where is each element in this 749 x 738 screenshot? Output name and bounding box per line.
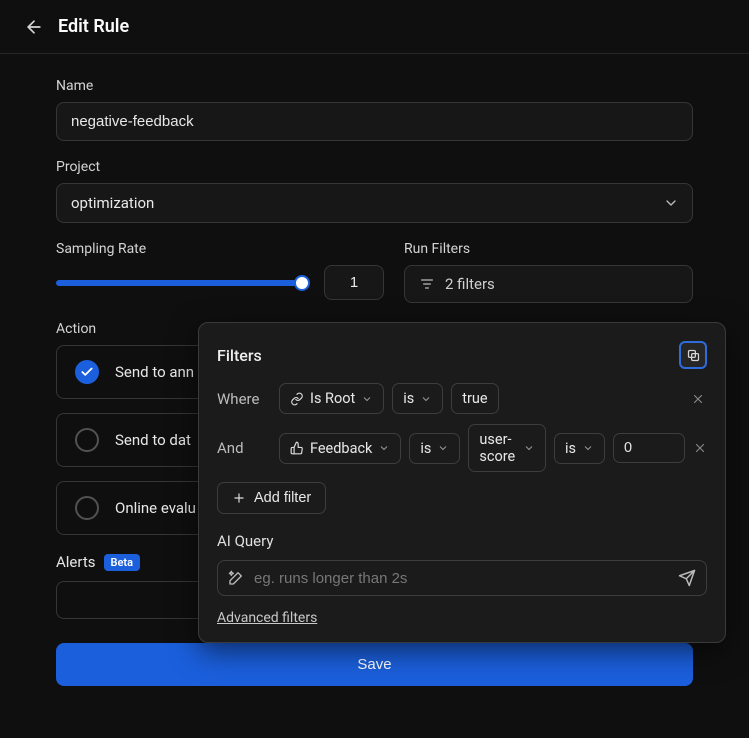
magic-wand-icon (228, 570, 244, 586)
add-filter-button-label: Add filter (254, 490, 311, 506)
filter-op-chip-0[interactable]: is (392, 383, 443, 414)
filter-row-1: And Feedback is user-score is (217, 424, 707, 472)
link-icon (290, 392, 304, 406)
page-title: Edit Rule (58, 16, 129, 37)
filter-op2-chip-1[interactable]: is (554, 433, 605, 464)
ai-query-field (217, 560, 707, 596)
sampling-rate-slider[interactable] (56, 280, 310, 286)
run-filters-trigger[interactable]: 2 filters (404, 265, 693, 303)
filter-icon (419, 276, 435, 292)
filter-keyword-where: Where (217, 390, 271, 408)
action-option-1-label: Send to dat (115, 431, 191, 449)
page-header: Edit Rule (0, 0, 749, 54)
ai-query-input[interactable] (254, 570, 668, 587)
chevron-down-icon (582, 442, 594, 454)
project-label: Project (56, 159, 693, 175)
save-button[interactable]: Save (56, 643, 693, 686)
filter-field-1-text: Feedback (310, 440, 372, 457)
radio-unchecked-icon (75, 428, 99, 452)
add-filter-button[interactable]: Add filter (217, 482, 326, 514)
thumbs-up-icon (290, 441, 304, 455)
action-option-0-label: Send to ann (115, 363, 194, 381)
filter-field-0-text: Is Root (310, 390, 355, 407)
advanced-filters-link[interactable]: Advanced filters (217, 610, 317, 626)
radio-checked-icon (75, 360, 99, 384)
filter-keyword-and: And (217, 439, 271, 457)
chevron-down-icon (378, 442, 390, 454)
chevron-down-icon (420, 393, 432, 405)
close-icon (691, 392, 705, 406)
copy-icon (686, 348, 701, 363)
filter-value-0-text: true (462, 390, 487, 407)
name-label: Name (56, 78, 693, 94)
project-select[interactable]: optimization (56, 183, 693, 223)
plus-icon (232, 491, 246, 505)
filter-op-0-text: is (403, 390, 414, 407)
sampling-rate-label: Sampling Rate (56, 241, 384, 257)
chevron-down-icon (437, 442, 449, 454)
filter-value2-input-1[interactable] (613, 433, 685, 463)
radio-unchecked-icon (75, 496, 99, 520)
ai-query-label: AI Query (217, 532, 707, 550)
filter-op-1-text: is (420, 440, 431, 457)
send-icon[interactable] (678, 569, 696, 587)
sampling-rate-input[interactable] (324, 265, 384, 300)
filter-subvalue-chip-1[interactable]: user-score (468, 424, 546, 472)
name-input[interactable] (56, 102, 693, 141)
chevron-down-icon (523, 442, 535, 454)
filter-field-chip-1[interactable]: Feedback (279, 433, 401, 464)
copy-filters-button[interactable] (679, 341, 707, 369)
filters-popover: Filters Where Is Root is true And (198, 322, 726, 643)
remove-filter-1-button[interactable] (693, 439, 707, 457)
remove-filter-0-button[interactable] (689, 390, 707, 408)
filter-field-chip-0[interactable]: Is Root (279, 383, 384, 414)
filter-op-chip-1[interactable]: is (409, 433, 460, 464)
close-icon (693, 441, 707, 455)
filters-popover-title: Filters (217, 346, 262, 365)
action-option-2-label: Online evalu (115, 499, 196, 517)
filter-row-0: Where Is Root is true (217, 383, 707, 414)
run-filters-label: Run Filters (404, 241, 693, 257)
back-arrow-icon[interactable] (24, 17, 44, 37)
filter-op2-1-text: is (565, 440, 576, 457)
beta-badge: Beta (104, 554, 141, 571)
filter-value-chip-0[interactable]: true (451, 383, 498, 414)
run-filters-summary-text: 2 filters (445, 275, 495, 293)
alerts-label: Alerts (56, 553, 96, 571)
chevron-down-icon (361, 393, 373, 405)
filter-subvalue-1-text: user-score (479, 431, 517, 465)
